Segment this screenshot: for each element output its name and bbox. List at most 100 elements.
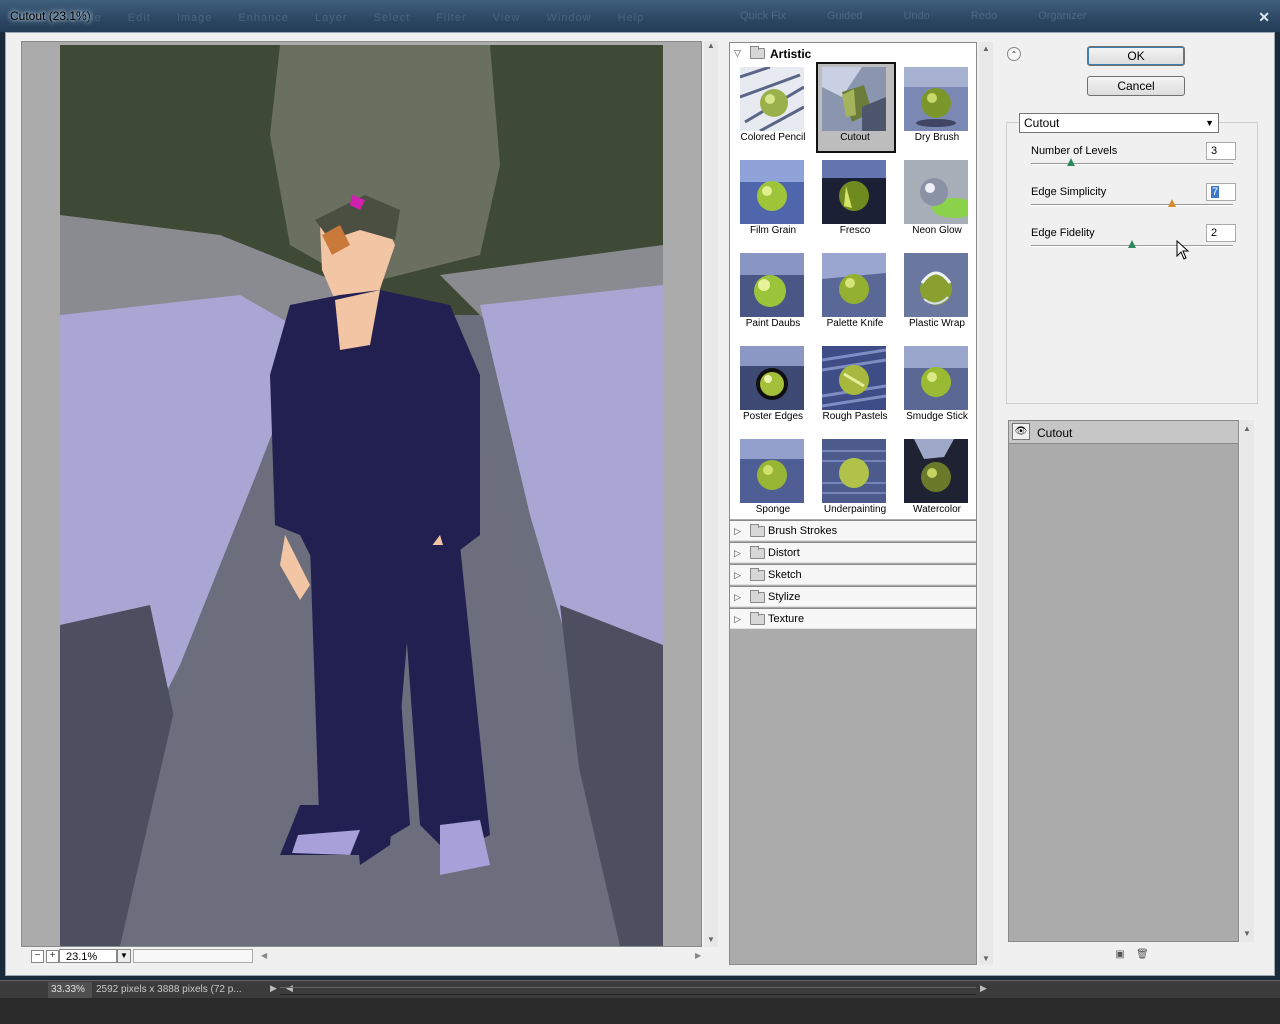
filter-name: Poster Edges <box>742 411 804 422</box>
chevron-down-icon[interactable]: ▼ <box>117 949 131 963</box>
filter-name: Cutout <box>840 132 870 143</box>
cancel-button[interactable]: Cancel <box>1087 76 1185 96</box>
scroll-down-arrow-icon[interactable]: ▼ <box>1240 929 1254 938</box>
zoom-level-field[interactable]: 23.1% <box>59 949 117 963</box>
category-texture[interactable]: ▷ Texture <box>730 608 976 629</box>
applied-filter-row[interactable]: 👁 Cutout <box>1009 421 1238 444</box>
filter-name: Neon Glow <box>912 225 962 236</box>
scroll-down-arrow-icon[interactable]: ▼ <box>704 935 718 947</box>
param-edge-fidelity: Edge Fidelity 2 <box>1031 224 1236 267</box>
scroll-down-arrow-icon[interactable]: ▼ <box>979 954 993 963</box>
filter-thumb-sponge[interactable]: Sponge <box>736 437 818 530</box>
scroll-up-arrow-icon[interactable]: ▲ <box>1240 424 1254 433</box>
slider-track[interactable] <box>1031 163 1233 165</box>
expand-triangle-icon[interactable]: ▽ <box>734 48 741 59</box>
preview-area[interactable] <box>21 41 702 947</box>
gallery-scrollbar[interactable]: ▲ ▼ <box>979 42 993 965</box>
category-header[interactable]: ▽ Artistic <box>730 43 976 63</box>
filter-select-dropdown[interactable]: Cutout ▼ <box>1019 113 1219 133</box>
ghost-menu-item: Image <box>176 12 213 24</box>
filter-preview-image <box>904 439 968 503</box>
new-effect-layer-icon[interactable]: ▣ <box>1114 949 1126 961</box>
slider-track[interactable] <box>1031 204 1233 206</box>
filter-preview-image <box>822 253 886 317</box>
filter-name: Plastic Wrap <box>909 318 965 329</box>
preview-image <box>60 45 663 946</box>
ghost-menu-item: File <box>80 12 102 24</box>
category-sketch[interactable]: ▷ Sketch <box>730 564 976 585</box>
eye-icon[interactable]: 👁 <box>1012 423 1030 440</box>
filter-preview-image <box>740 253 804 317</box>
filter-name: Palette Knife <box>826 318 884 329</box>
status-scroll-track[interactable] <box>280 987 976 995</box>
filter-name: Underpainting <box>823 504 887 515</box>
category-artistic: ▽ Artistic Colored Pencil Cutout Dry Bru… <box>730 43 976 519</box>
category-brush-strokes[interactable]: ▷ Brush Strokes <box>730 520 976 541</box>
scroll-right-arrow-icon[interactable]: ▶ <box>695 951 701 960</box>
filter-preview-image <box>740 346 804 410</box>
applied-filters-scrollbar[interactable]: ▲ ▼ <box>1240 420 1254 942</box>
filter-gallery-panel: ▽ Artistic Colored Pencil Cutout Dry Bru… <box>729 42 977 965</box>
zoom-in-button[interactable]: + <box>46 950 59 963</box>
param-label: Edge Fidelity <box>1031 227 1095 239</box>
status-arrow-right-icon[interactable]: ▶ <box>980 983 987 994</box>
preview-vertical-scrollbar[interactable]: ▲ ▼ <box>704 41 718 947</box>
applied-filters-list: 👁 Cutout <box>1008 420 1239 942</box>
zoom-out-button[interactable]: − <box>31 950 44 963</box>
category-title: Artistic <box>770 47 812 61</box>
close-icon[interactable]: ✕ <box>1258 9 1270 26</box>
filter-thumb-paint-daubs[interactable]: Paint Daubs <box>736 251 818 344</box>
filter-thumb-neon-glow[interactable]: Neon Glow <box>900 158 982 251</box>
filter-thumb-fresco[interactable]: Fresco <box>818 158 900 251</box>
filter-thumb-poster-edges[interactable]: Poster Edges <box>736 344 818 437</box>
expand-triangle-icon[interactable]: ▷ <box>734 592 741 603</box>
trash-icon[interactable]: 🗑 <box>1136 949 1149 961</box>
param-label: Edge Simplicity <box>1031 186 1107 198</box>
slider-knob[interactable] <box>1168 199 1177 207</box>
category-stylize[interactable]: ▷ Stylize <box>730 586 976 607</box>
filter-preview-image <box>822 346 886 410</box>
ok-button[interactable]: OK <box>1087 46 1185 66</box>
filter-thumb-dry-brush[interactable]: Dry Brush <box>900 65 982 158</box>
edge-fidelity-input[interactable]: 2 <box>1206 224 1236 242</box>
ghost-menu-item: Select <box>373 12 411 24</box>
category-distort[interactable]: ▷ Distort <box>730 542 976 563</box>
ghost-tool: Guided <box>826 10 863 22</box>
filter-thumb-smudge-stick[interactable]: Smudge Stick <box>900 344 982 437</box>
filter-thumb-underpainting[interactable]: Underpainting <box>818 437 900 530</box>
scroll-up-arrow-icon[interactable]: ▲ <box>704 41 718 53</box>
filter-thumb-palette-knife[interactable]: Palette Knife <box>818 251 900 344</box>
category-label: Stylize <box>768 591 801 603</box>
filter-preview-image <box>822 160 886 224</box>
slider-knob[interactable] <box>1067 158 1076 166</box>
scroll-left-arrow-icon[interactable]: ◀ <box>261 951 267 960</box>
category-label: Texture <box>768 613 805 625</box>
filter-thumb-plastic-wrap[interactable]: Plastic Wrap <box>900 251 982 344</box>
filter-thumb-rough-pastels[interactable]: Rough Pastels <box>818 344 900 437</box>
ghost-tool: Organizer <box>1038 10 1087 22</box>
expand-triangle-icon[interactable]: ▷ <box>734 526 741 537</box>
filter-thumb-colored-pencil[interactable]: Colored Pencil <box>736 65 818 158</box>
filter-preview-image <box>740 160 804 224</box>
filter-name: Fresco <box>839 225 871 236</box>
status-zoom[interactable]: 33.33% <box>48 982 92 998</box>
filter-thumb-cutout[interactable]: Cutout <box>816 62 900 158</box>
chevron-down-icon[interactable]: ▼ <box>1205 114 1214 132</box>
filter-thumb-watercolor[interactable]: Watercolor <box>900 437 982 530</box>
category-label: Distort <box>768 547 800 559</box>
param-edge-simplicity: Edge Simplicity 7 <box>1031 183 1236 226</box>
scroll-up-arrow-icon[interactable]: ▲ <box>979 44 993 53</box>
window-title: Cutout (23.1%) <box>10 9 91 23</box>
expand-triangle-icon[interactable]: ▷ <box>734 614 741 625</box>
preview-horizontal-scroll-track[interactable] <box>133 949 253 963</box>
number-of-levels-input[interactable]: 3 <box>1206 142 1236 160</box>
status-arrow-right-icon[interactable]: ▶ <box>270 983 277 994</box>
edge-simplicity-input[interactable]: 7 <box>1206 183 1236 201</box>
expand-triangle-icon[interactable]: ▷ <box>734 570 741 581</box>
filter-name: Paint Daubs <box>745 318 801 329</box>
slider-knob[interactable] <box>1128 240 1136 248</box>
status-bar: 33.33% 2592 pixels x 3888 pixels (72 p..… <box>0 980 1280 999</box>
filter-thumb-film-grain[interactable]: Film Grain <box>736 158 818 251</box>
expand-triangle-icon[interactable]: ▷ <box>734 548 741 559</box>
collapse-gallery-icon[interactable]: ⌃ <box>1007 47 1021 61</box>
